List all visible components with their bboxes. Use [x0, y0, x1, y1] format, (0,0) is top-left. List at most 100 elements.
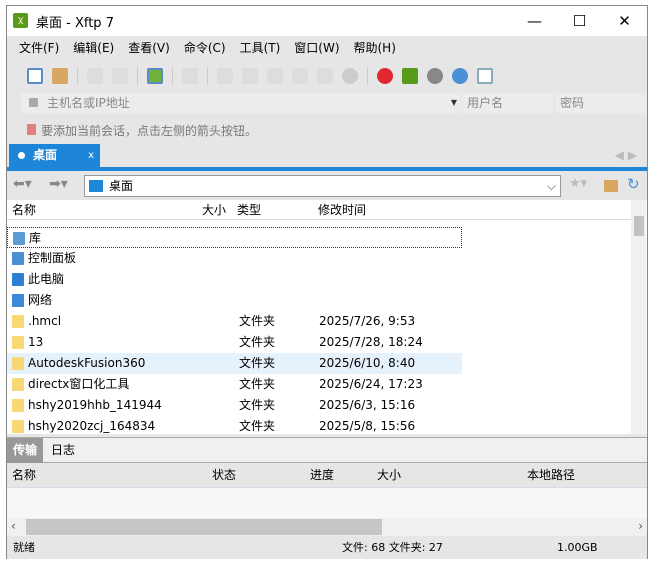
tab-desktop[interactable]: 桌面 x	[9, 144, 100, 167]
gear-icon[interactable]	[427, 68, 443, 84]
column-name[interactable]: 名称	[12, 200, 36, 220]
file-row[interactable]: 控制面板	[7, 248, 462, 269]
file-row[interactable]: directx窗口化工具 文件夹 2025/6/24, 17:23	[7, 374, 462, 395]
disconnect-icon[interactable]	[112, 68, 128, 84]
item-counts: 文件: 68 文件夹: 27	[342, 541, 443, 554]
new-session-icon[interactable]	[27, 68, 43, 84]
scroll-thumb[interactable]	[26, 519, 382, 535]
divider	[137, 67, 138, 85]
file-row[interactable]: AutodeskFusion360 文件夹 2025/6/10, 8:40	[7, 353, 462, 374]
password-input[interactable]: 密码	[555, 93, 647, 113]
file-type: 文件夹	[239, 419, 276, 433]
xshell-icon[interactable]	[377, 68, 393, 84]
file-row[interactable]: hshy2020zcj_164834 文件夹 2025/5/8, 15:56	[7, 416, 462, 437]
play-icon[interactable]	[182, 68, 198, 84]
close-button[interactable]: ✕	[602, 6, 647, 36]
toolbar	[27, 64, 493, 88]
chat-icon[interactable]	[477, 68, 493, 84]
status-text: 就绪	[13, 541, 35, 554]
file-row[interactable]: 网络	[7, 290, 462, 311]
file-name: .hmcl	[28, 314, 62, 328]
upload-icon[interactable]	[217, 68, 233, 84]
parent-folder-icon[interactable]	[604, 180, 618, 192]
username-input[interactable]: 用户名	[462, 93, 553, 113]
vertical-scrollbar[interactable]	[631, 200, 646, 434]
connect-icon[interactable]	[87, 68, 103, 84]
menu-view[interactable]: 查看(V)	[128, 39, 170, 56]
file-row[interactable]: .hmcl 文件夹 2025/7/26, 9:53	[7, 311, 462, 332]
open-folder-icon[interactable]	[52, 68, 68, 84]
column-size[interactable]: 大小	[202, 200, 226, 220]
folder-icon	[12, 399, 24, 412]
menu-tools[interactable]: 工具(T)	[240, 39, 281, 56]
file-type: 文件夹	[239, 335, 276, 349]
status-icon[interactable]	[342, 68, 358, 84]
transfer-list	[7, 488, 647, 518]
session-settings-icon[interactable]	[147, 68, 163, 84]
file-row[interactable]: 此电脑	[7, 269, 462, 290]
computer-icon	[12, 273, 24, 286]
folder-icon	[12, 420, 24, 433]
column-type[interactable]: 类型	[237, 200, 261, 220]
lock-icon	[29, 98, 38, 107]
file-list: 名称 大小 类型 修改时间 库 控制面板 此电脑 网络 .hmcl 文件夹 20…	[7, 200, 647, 434]
file-row[interactable]: 13 文件夹 2025/7/28, 18:24	[7, 332, 462, 353]
transfer-header: 名称 状态 进度 大小 本地路径	[7, 463, 647, 488]
folder-icon	[12, 336, 24, 349]
refresh-icon[interactable]: ↻	[627, 175, 640, 193]
transfer-column-status[interactable]: 状态	[212, 463, 236, 488]
menu-window[interactable]: 窗口(W)	[294, 39, 339, 56]
transfer-column-size[interactable]: 大小	[377, 463, 401, 488]
scroll-right-icon[interactable]: ›	[638, 519, 643, 533]
file-type: 文件夹	[239, 314, 276, 328]
tab-close-button[interactable]: x	[88, 144, 94, 167]
scroll-left-icon[interactable]: ‹	[11, 519, 16, 533]
minimize-button[interactable]: —	[512, 6, 557, 36]
paste-icon[interactable]	[317, 68, 333, 84]
transfer-column-name[interactable]: 名称	[12, 463, 36, 488]
column-modified[interactable]: 修改时间	[318, 200, 366, 220]
path-input[interactable]: 桌面 ⌵	[84, 175, 561, 197]
file-row[interactable]: hshy2019hhb_141944 文件夹 2025/6/3, 15:16	[7, 395, 462, 416]
tab-scroll-arrows-icon[interactable]: ◀ ▶	[615, 148, 637, 162]
help-icon[interactable]	[452, 68, 468, 84]
download-icon[interactable]	[242, 68, 258, 84]
favorite-star-icon[interactable]: ★▾	[569, 176, 587, 191]
transfer-column-local-path[interactable]: 本地路径	[527, 463, 575, 488]
file-type: 文件夹	[239, 356, 276, 370]
menu-command[interactable]: 命令(C)	[184, 39, 226, 56]
forward-button[interactable]: ➡▾	[49, 176, 68, 192]
file-modified: 2025/7/26, 9:53	[319, 314, 416, 328]
bottom-tabs: 传输 日志	[7, 437, 647, 463]
tab-transfer[interactable]: 传输	[7, 438, 43, 463]
file-list-header: 名称 大小 类型 修改时间	[7, 200, 631, 220]
total-size: 1.00GB	[557, 541, 598, 554]
network-icon	[12, 294, 24, 307]
file-name: hshy2019hhb_141944	[28, 398, 162, 412]
copy-icon[interactable]	[292, 68, 308, 84]
file-type: 文件夹	[239, 377, 276, 391]
status-bar: 就绪 文件: 68 文件夹: 27 1.00GB	[7, 536, 647, 559]
menu-file[interactable]: 文件(F)	[19, 39, 59, 56]
sync-icon[interactable]	[267, 68, 283, 84]
scroll-thumb[interactable]	[634, 216, 644, 236]
divider	[172, 67, 173, 85]
chevron-down-icon[interactable]: ⌵	[547, 176, 556, 196]
file-modified: 2025/7/28, 18:24	[319, 335, 423, 349]
folder-icon	[12, 315, 24, 328]
horizontal-scrollbar[interactable]: ‹ ›	[7, 518, 647, 536]
xftp-icon[interactable]	[402, 68, 418, 84]
menu-help[interactable]: 帮助(H)	[354, 39, 396, 56]
status-dot-icon	[18, 152, 25, 159]
file-modified: 2025/6/24, 17:23	[319, 377, 423, 391]
file-name: 库	[29, 231, 42, 245]
maximize-button[interactable]: ☐	[557, 6, 602, 36]
tab-log[interactable]: 日志	[51, 438, 75, 463]
transfer-column-progress[interactable]: 进度	[310, 463, 334, 488]
chevron-down-icon[interactable]: ▼	[451, 93, 457, 113]
menu-edit[interactable]: 编辑(E)	[73, 39, 114, 56]
file-name: 13	[28, 335, 44, 349]
host-input[interactable]: 主机名或IP地址 ▼	[21, 93, 461, 113]
back-button[interactable]: ⬅▾	[13, 176, 32, 192]
file-row[interactable]: 库	[7, 227, 462, 248]
